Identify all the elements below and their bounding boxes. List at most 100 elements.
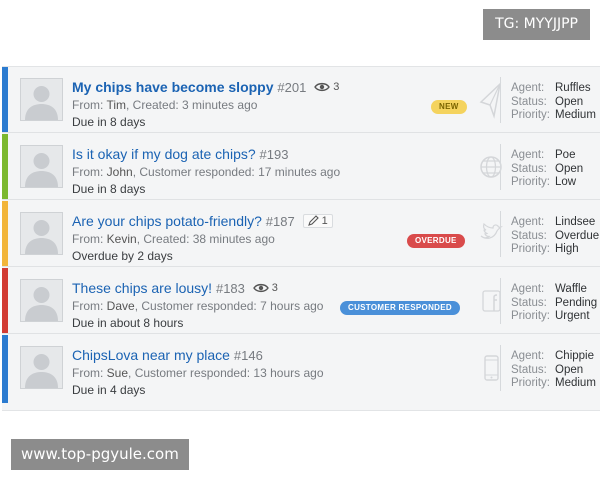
priority-label: Priority:: [511, 109, 550, 121]
agent-label: Agent:: [511, 149, 545, 161]
avatar: [20, 279, 63, 322]
agent-label: Agent:: [511, 283, 545, 295]
ticket-number: #146: [233, 348, 263, 363]
priority-label: Priority:: [511, 377, 550, 389]
ticket-row[interactable]: These chips are lousy! #183 3 From: Dave…: [2, 268, 600, 334]
ticket-assignment: Agent: Chippie Status: Open Priority: Mediu…: [511, 350, 596, 391]
ticket-assignment: Agent: Waffle Status: Pending Priority: Urg…: [511, 283, 597, 324]
agent-label: Agent:: [511, 216, 545, 228]
ticket-row[interactable]: ChipsLova near my place #146 From: Sue, …: [2, 335, 600, 403]
ticket-activity: Created: 3 minutes ago: [132, 98, 258, 112]
from-separator: ,: [126, 98, 133, 112]
ticket-subject-link[interactable]: ChipsLova near my place: [72, 347, 230, 363]
ticket-assignment: Agent: Poe Status: Open Priority: Low: [511, 149, 583, 190]
watermark-bottom: www.top-pgyule.com: [11, 439, 189, 470]
status-value: Overdue: [555, 229, 600, 242]
view-count-value: 3: [271, 282, 278, 294]
from-prefix: From:: [72, 98, 107, 112]
status-badge: OVERDUE: [407, 234, 465, 248]
ticket-subject-link[interactable]: My chips have become sloppy: [72, 79, 274, 95]
priority-indicator: [2, 335, 8, 403]
edit-count-value: 1: [321, 214, 328, 227]
ticket-from: From: Kevin, Created: 38 minutes ago: [72, 232, 275, 246]
ticket-from: From: Sue, Customer responded: 13 hours …: [72, 366, 324, 380]
status-value: Open: [555, 363, 584, 376]
ticket-due: Due in 8 days: [72, 115, 146, 129]
priority-indicator: [2, 67, 8, 132]
view-count-value: 3: [333, 81, 340, 93]
priority-indicator: [2, 201, 8, 266]
agent-value: Lindsee: [555, 216, 596, 228]
divider: [500, 211, 501, 257]
ticket-from: From: Dave, Customer responded: 7 hours …: [72, 299, 323, 313]
requester-name: John: [106, 165, 133, 179]
avatar: [20, 145, 63, 188]
priority-label: Priority:: [511, 176, 550, 188]
divider: [500, 144, 501, 190]
ticket-row[interactable]: My chips have become sloppy #201 3 From:…: [2, 67, 600, 133]
avatar: [20, 212, 63, 255]
avatar: [20, 346, 63, 389]
view-count: 3: [252, 282, 278, 294]
divider: [500, 345, 501, 391]
ticket-activity: Customer responded: 13 hours ago: [134, 366, 324, 380]
status-value: Open: [555, 162, 584, 175]
agent-label: Agent:: [511, 350, 545, 362]
requester-name: Tim: [106, 98, 126, 112]
ticket-number: #183: [215, 281, 245, 296]
divider: [500, 278, 501, 324]
from-separator: ,: [128, 366, 135, 380]
status-value: Pending: [555, 296, 598, 309]
requester-name: Sue: [106, 366, 129, 380]
priority-value: Medium: [555, 109, 596, 121]
ticket-due: Due in 8 days: [72, 182, 146, 196]
priority-label: Priority:: [511, 243, 550, 255]
requester-name: Kevin: [106, 232, 137, 246]
pencil-icon: [307, 215, 319, 226]
eye-icon: [314, 82, 331, 92]
ticket-row[interactable]: Is it okay if my dog ate chips? #193 Fro…: [2, 134, 600, 200]
agent-value: Chippie: [555, 350, 594, 362]
ticket-list: My chips have become sloppy #201 3 From:…: [2, 66, 600, 411]
status-label: Status:: [511, 363, 547, 376]
priority-value: Urgent: [555, 310, 590, 322]
priority-indicator: [2, 134, 8, 199]
status-label: Status:: [511, 229, 547, 242]
avatar: [20, 78, 63, 121]
agent-value: Poe: [555, 149, 576, 161]
watermark-top: TG: MYYJJPP: [483, 9, 590, 40]
ticket-number: #187: [265, 214, 295, 229]
agent-label: Agent:: [511, 82, 545, 94]
ticket-assignment: Agent: Ruffles Status: Open Priority: Mediu…: [511, 82, 596, 123]
requester-name: Dave: [106, 299, 135, 313]
status-value: Open: [555, 95, 584, 108]
from-prefix: From:: [72, 366, 107, 380]
agent-value: Ruffles: [555, 82, 591, 94]
priority-value: Low: [555, 176, 577, 188]
priority-value: Medium: [555, 377, 596, 389]
ticket-subject-link[interactable]: These chips are lousy!: [72, 280, 212, 296]
priority-value: High: [555, 243, 579, 255]
ticket-subject-link[interactable]: Are your chips potato-friendly?: [72, 213, 262, 229]
agent-value: Waffle: [555, 283, 587, 295]
status-badge: NEW: [431, 100, 467, 114]
ticket-activity: Customer responded: 17 minutes ago: [139, 165, 341, 179]
divider: [500, 77, 501, 123]
ticket-subject-link[interactable]: Is it okay if my dog ate chips?: [72, 146, 256, 162]
edit-count: 1: [302, 213, 333, 228]
status-label: Status:: [511, 296, 547, 309]
view-count: 3: [314, 81, 339, 93]
from-prefix: From:: [72, 299, 107, 313]
ticket-due: Overdue by 2 days: [72, 249, 173, 263]
ticket-due: Due in about 8 hours: [72, 316, 184, 330]
status-label: Status:: [511, 162, 547, 175]
from-prefix: From:: [72, 165, 107, 179]
ticket-assignment: Agent: Lindsee Status: Overdue Priority: Hi…: [511, 216, 599, 257]
ticket-row[interactable]: Are your chips potato-friendly? #187 1 F…: [2, 201, 600, 267]
status-badge: CUSTOMER RESPONDED: [340, 301, 460, 315]
ticket-number: #201: [277, 80, 307, 95]
priority-indicator: [2, 268, 8, 333]
priority-label: Priority:: [511, 310, 550, 322]
from-prefix: From:: [72, 232, 107, 246]
ticket-from: From: John, Customer responded: 17 minut…: [72, 165, 340, 179]
